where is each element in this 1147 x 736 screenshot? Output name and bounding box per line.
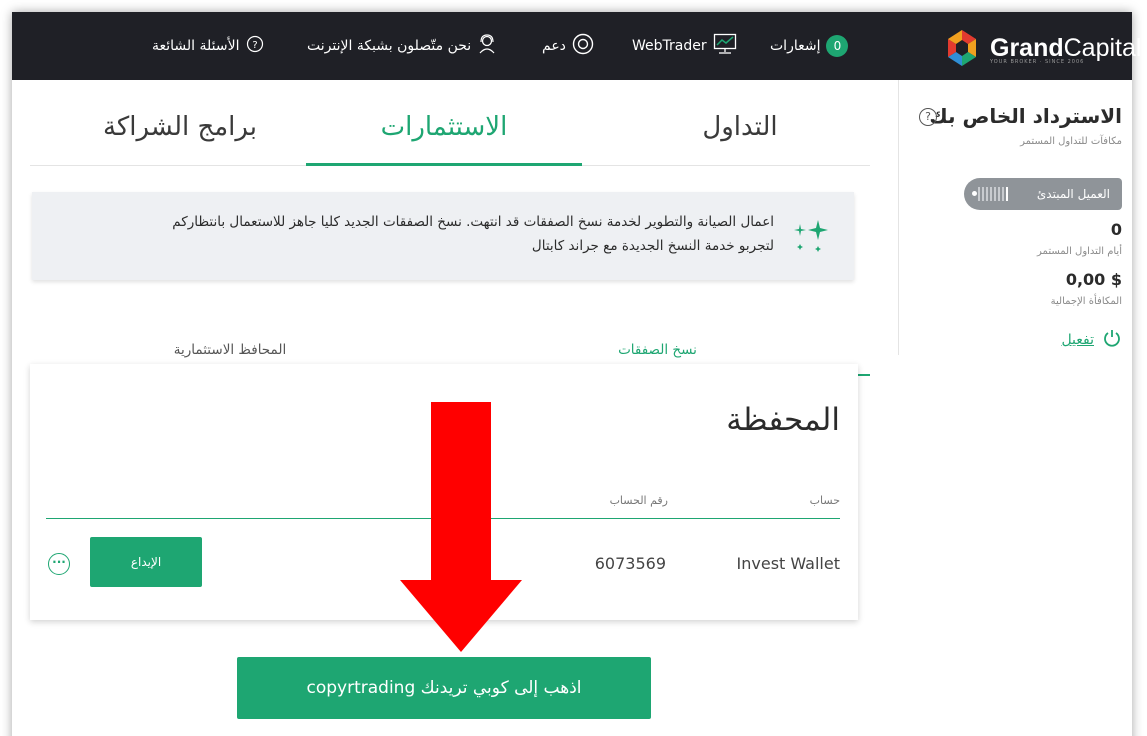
- portfolio-title: المحفظة: [726, 402, 840, 438]
- cashback-title: الاسترداد الخاص بك: [929, 104, 1122, 128]
- column-account-number: رقم الحساب: [609, 494, 668, 507]
- support-label: دعم: [542, 38, 566, 54]
- webtrader-label: WebTrader: [632, 38, 707, 54]
- account-number-cell: 6073569: [594, 554, 666, 573]
- notifications-badge: 0: [826, 35, 849, 57]
- maintenance-notice: اعمال الصيانة والتطوير لخدمة نسخ الصفقات…: [32, 192, 854, 280]
- online-label: نحن متّصلون بشبكة الإنترنت: [307, 38, 472, 54]
- notifications-link[interactable]: إشعارات 0: [770, 12, 849, 80]
- sparkle-icon: [790, 214, 834, 262]
- brand-name: GrandCapital: [990, 33, 1142, 62]
- cashback-subtitle: مكافآت للتداول المستمر: [1020, 136, 1122, 147]
- tab-partners[interactable]: برامج الشراكة: [70, 102, 290, 166]
- webtrader-link[interactable]: WebTrader: [632, 12, 737, 80]
- faq-link[interactable]: الأسئلة الشائعة ?: [152, 12, 264, 80]
- total-bonus-value: 0,00 $: [1065, 270, 1122, 289]
- support-icon: [572, 33, 594, 59]
- cashback-help-icon[interactable]: ?: [919, 108, 937, 126]
- faq-label: الأسئلة الشائعة: [152, 38, 240, 54]
- level-badge: العميل المبتدئ: [964, 178, 1122, 210]
- top-bar: الأسئلة الشائعة ? نحن متّصلون بشبكة الإن…: [12, 12, 1141, 80]
- svg-text:?: ?: [252, 40, 257, 51]
- level-progress-bars: [978, 186, 1008, 202]
- support-link[interactable]: دعم: [542, 12, 594, 80]
- notice-line-1: اعمال الصيانة والتطوير لخدمة نسخ الصفقات…: [172, 214, 774, 230]
- total-bonus-label: المكافأة الإجمالية: [1050, 296, 1122, 307]
- column-account: حساب: [809, 494, 840, 507]
- notice-line-2: لتجربو خدمة النسخ الجديدة مع جراند كابتا…: [531, 238, 774, 254]
- account-name-cell: Invest Wallet: [736, 554, 840, 573]
- online-status[interactable]: نحن متّصلون بشبكة الإنترنت: [307, 12, 497, 80]
- tab-investments[interactable]: الاستثمارات: [306, 102, 582, 166]
- online-agent-icon: [477, 34, 497, 58]
- logo-mark-icon: [942, 28, 982, 68]
- activate-link[interactable]: تفعيل: [1061, 328, 1122, 352]
- trading-days-label: أيام التداول المستمر: [1037, 246, 1122, 257]
- activate-label: تفعيل: [1061, 332, 1094, 348]
- app-frame: الأسئلة الشائعة ? نحن متّصلون بشبكة الإن…: [12, 12, 1141, 736]
- brand-tagline: YOUR BROKER · SINCE 2006: [990, 59, 1085, 65]
- help-icon: ?: [246, 35, 264, 57]
- main-tabs: التداول الاستثمارات برامج الشراكة: [30, 80, 870, 166]
- go-to-copytrading-button[interactable]: اذهب إلى كوبي تريدنك copyrtrading: [237, 657, 651, 719]
- level-label: العميل المبتدئ: [1036, 187, 1110, 201]
- power-icon: [1102, 328, 1122, 352]
- cashback-sidebar: الاسترداد الخاص بك ? مكافآت للتداول المس…: [898, 80, 1132, 355]
- trading-days-value: 0: [1110, 220, 1122, 239]
- notifications-label: إشعارات: [770, 38, 821, 54]
- brand-logo[interactable]: GrandCapital YOUR BROKER · SINCE 2006: [942, 28, 1141, 68]
- webtrader-icon: [713, 33, 737, 59]
- more-options-icon[interactable]: ···: [48, 553, 70, 575]
- deposit-button[interactable]: الإيداع: [90, 537, 202, 587]
- tab-trading[interactable]: التداول: [610, 102, 870, 166]
- level-indicator-dot: [972, 191, 977, 196]
- down-arrow-icon: [400, 402, 522, 656]
